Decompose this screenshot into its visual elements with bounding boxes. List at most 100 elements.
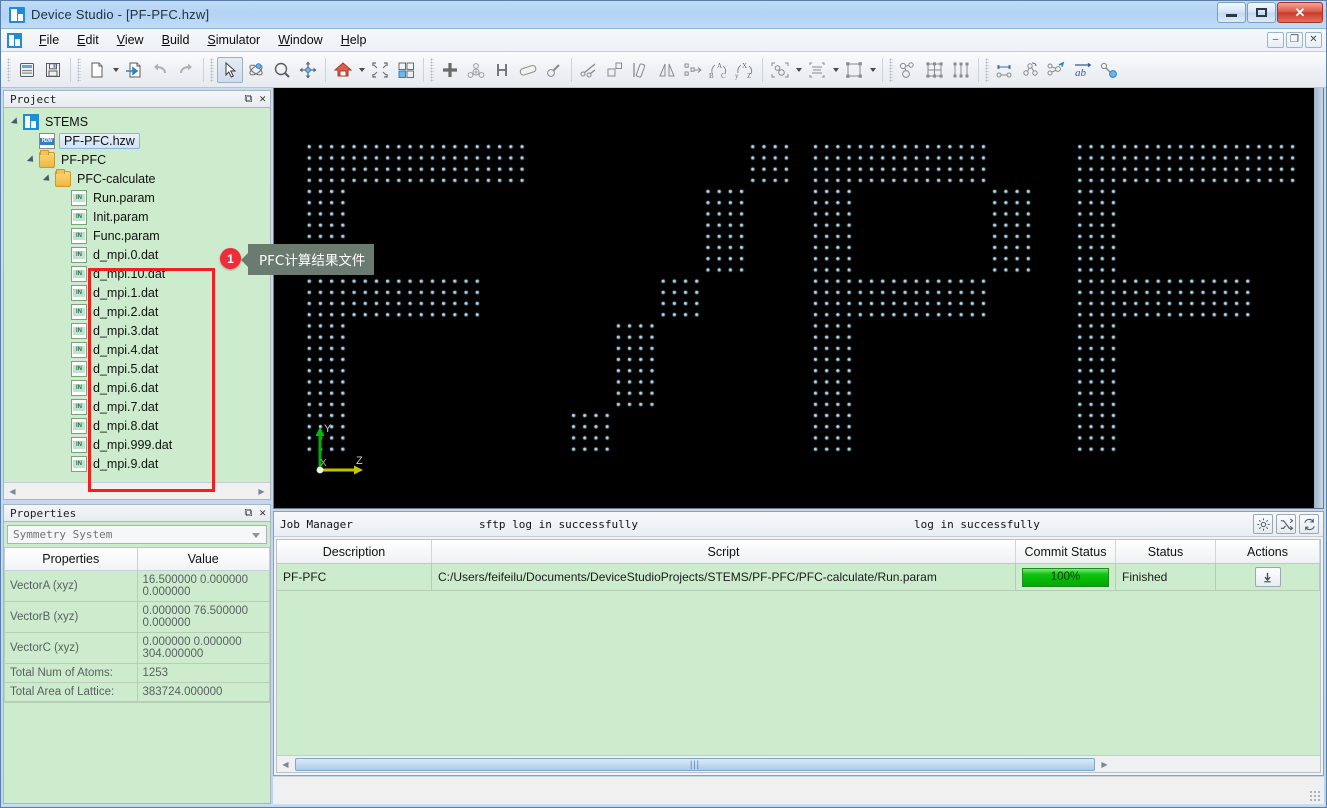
print-icon[interactable] xyxy=(14,57,40,83)
properties-row[interactable]: VectorC (xyz)0.000000 0.000000 304.00000… xyxy=(5,632,270,663)
pan-icon[interactable] xyxy=(295,57,321,83)
tree-item-d-mpi-4-dat[interactable]: d_mpi.4.dat xyxy=(10,340,270,359)
properties-row[interactable]: Total Area of Lattice:383724.000000 xyxy=(5,682,270,701)
job-scroll-thumb[interactable]: ||| xyxy=(295,758,1095,771)
hydrogen-icon[interactable] xyxy=(489,57,515,83)
add-atom-icon[interactable] xyxy=(437,57,463,83)
tree-item-func-param[interactable]: Func.param xyxy=(10,226,270,245)
toolbar-grip-5[interactable] xyxy=(889,58,893,82)
toolbar-grip-2[interactable] xyxy=(77,58,81,82)
crystal-box-dropdown-arrow[interactable] xyxy=(867,57,878,83)
menu-build[interactable]: Build xyxy=(153,30,199,50)
redo-icon[interactable] xyxy=(173,57,199,83)
resize-grip[interactable] xyxy=(1309,790,1321,802)
job-scroll-right-arrow[interactable]: ▶ xyxy=(1098,758,1111,771)
select-pointer-icon[interactable] xyxy=(217,57,243,83)
properties-row[interactable]: VectorA (xyz)16.500000 0.000000 0.000000 xyxy=(5,570,270,601)
download-icon[interactable] xyxy=(1255,567,1281,587)
home-view-icon[interactable] xyxy=(330,57,356,83)
3d-viewport[interactable]: Y Z X xyxy=(273,88,1324,509)
eraser-icon[interactable] xyxy=(515,57,541,83)
align-icon[interactable] xyxy=(804,57,830,83)
mdi-close-button[interactable]: ✕ xyxy=(1305,32,1322,48)
settings-gear-icon[interactable] xyxy=(1253,514,1273,534)
tree-item-pf-pfc[interactable]: PF-PFC xyxy=(10,150,270,169)
bond-icon[interactable] xyxy=(1096,57,1122,83)
symmetry-system-select[interactable]: Symmetry System xyxy=(7,525,267,544)
rotate-icon[interactable] xyxy=(243,57,269,83)
vector-ab-icon[interactable]: ab xyxy=(1070,57,1096,83)
tree-item-pf-pfc-hzw[interactable]: PF-PFC.hzw xyxy=(10,131,270,150)
close-button[interactable]: ✕ xyxy=(1277,2,1323,23)
project-tree-container[interactable]: STEMSPF-PFC.hzwPF-PFCPFC-calculateRun.pa… xyxy=(3,107,271,500)
molecule-icon[interactable] xyxy=(896,57,922,83)
menu-edit[interactable]: Edit xyxy=(68,30,108,50)
tree-item-d-mpi-999-dat[interactable]: d_mpi.999.dat xyxy=(10,435,270,454)
cut-bond-icon[interactable] xyxy=(576,57,602,83)
menu-window[interactable]: Window xyxy=(269,30,331,50)
expander-icon[interactable] xyxy=(10,116,21,127)
expander-icon[interactable] xyxy=(26,154,37,165)
minimize-button[interactable] xyxy=(1217,2,1246,23)
shuffle-icon[interactable] xyxy=(1276,514,1296,534)
tile-view-icon[interactable] xyxy=(393,57,419,83)
tree-item-run-param[interactable]: Run.param xyxy=(10,188,270,207)
project-undock-icon[interactable]: ⧉ xyxy=(245,92,253,106)
tree-item-init-param[interactable]: Init.param xyxy=(10,207,270,226)
supercell-icon[interactable] xyxy=(922,57,948,83)
project-tree[interactable]: STEMSPF-PFC.hzwPF-PFCPFC-calculateRun.pa… xyxy=(4,108,270,482)
scroll-left-arrow[interactable]: ◀ xyxy=(6,485,19,498)
transform-icon[interactable] xyxy=(680,57,706,83)
job-table-hscrollbar[interactable]: ◀ ||| ▶ xyxy=(277,755,1320,772)
open-document-icon[interactable] xyxy=(121,57,147,83)
tree-item-d-mpi-2-dat[interactable]: d_mpi.2.dat xyxy=(10,302,270,321)
label-abc-icon[interactable]: ABC xyxy=(706,57,732,83)
mirror-icon[interactable] xyxy=(654,57,680,83)
tree-item-d-mpi-1-dat[interactable]: d_mpi.1.dat xyxy=(10,283,270,302)
job-scroll-left-arrow[interactable]: ◀ xyxy=(279,758,292,771)
properties-close-icon[interactable]: ✕ xyxy=(259,506,266,520)
tree-item-d-mpi-8-dat[interactable]: d_mpi.8.dat xyxy=(10,416,270,435)
label-xyz-icon[interactable]: XyZ xyxy=(732,57,758,83)
torsion-measure-icon[interactable] xyxy=(1044,57,1070,83)
tree-item-stems[interactable]: STEMS xyxy=(10,112,270,131)
properties-row[interactable]: VectorB (xyz)0.000000 76.500000 0.000000 xyxy=(5,601,270,632)
refresh-icon[interactable] xyxy=(1299,514,1319,534)
menu-simulator[interactable]: Simulator xyxy=(198,30,269,50)
scroll-right-arrow[interactable]: ▶ xyxy=(255,485,268,498)
menu-view[interactable]: View xyxy=(108,30,153,50)
menu-file[interactable]: File xyxy=(30,30,68,50)
maximize-button[interactable] xyxy=(1247,2,1276,23)
home-view-dropdown-arrow[interactable] xyxy=(356,57,367,83)
expander-icon[interactable] xyxy=(42,173,53,184)
properties-row[interactable]: Total Num of Atoms:1253 xyxy=(5,663,270,682)
tree-item-d-mpi-6-dat[interactable]: d_mpi.6.dat xyxy=(10,378,270,397)
tree-item-d-mpi-3-dat[interactable]: d_mpi.3.dat xyxy=(10,321,270,340)
project-close-icon[interactable]: ✕ xyxy=(259,92,266,106)
undo-icon[interactable] xyxy=(147,57,173,83)
atom-structure-render[interactable] xyxy=(274,88,1320,509)
measure-icon[interactable] xyxy=(541,57,567,83)
tree-item-d-mpi-7-dat[interactable]: d_mpi.7.dat xyxy=(10,397,270,416)
new-document-icon[interactable] xyxy=(84,57,110,83)
tree-item-d-mpi-9-dat[interactable]: d_mpi.9.dat xyxy=(10,454,270,473)
properties-undock-icon[interactable]: ⧉ xyxy=(245,506,253,520)
toolbar-grip[interactable] xyxy=(7,58,11,82)
new-document-dropdown-arrow[interactable] xyxy=(110,57,121,83)
slab-icon[interactable] xyxy=(948,57,974,83)
align-dropdown-arrow[interactable] xyxy=(830,57,841,83)
distance-measure-icon[interactable] xyxy=(992,57,1018,83)
mdi-restore-button[interactable]: ❐ xyxy=(1286,32,1303,48)
save-icon[interactable] xyxy=(40,57,66,83)
crystal-box-icon[interactable] xyxy=(841,57,867,83)
toolbar-grip-6[interactable] xyxy=(985,58,989,82)
mdi-minimize-button[interactable]: – xyxy=(1267,32,1284,48)
tree-item-d-mpi-5-dat[interactable]: d_mpi.5.dat xyxy=(10,359,270,378)
group-select-icon[interactable] xyxy=(767,57,793,83)
ruler-icon[interactable] xyxy=(628,57,654,83)
zoom-icon[interactable] xyxy=(269,57,295,83)
tree-item-pfc-calculate[interactable]: PFC-calculate xyxy=(10,169,270,188)
mdi-app-icon[interactable] xyxy=(7,33,22,48)
fit-view-icon[interactable] xyxy=(367,57,393,83)
angle-measure-icon[interactable] xyxy=(1018,57,1044,83)
